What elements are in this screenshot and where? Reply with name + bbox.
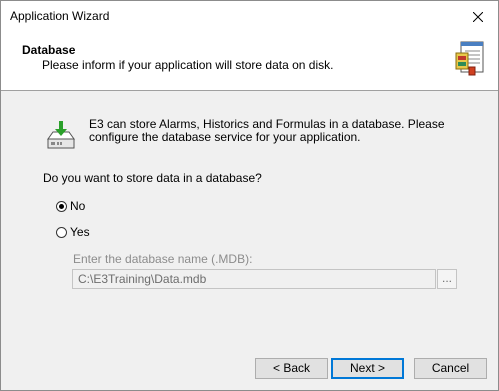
title-bar: Application Wizard (1, 1, 498, 32)
radio-no[interactable]: No (56, 199, 85, 213)
back-button[interactable]: < Back (255, 358, 328, 379)
radio-no-indicator[interactable] (56, 200, 67, 212)
wizard-window: Application Wizard Database Please infor… (0, 0, 499, 391)
database-download-icon (47, 121, 75, 149)
database-path-field[interactable]: C:\E3Training\Data.mdb (72, 269, 436, 289)
radio-yes[interactable]: Yes (56, 225, 90, 239)
database-name-label: Enter the database name (.MDB): (73, 252, 253, 266)
store-question: Do you want to store data in a database? (43, 171, 262, 185)
browse-button[interactable]: ... (437, 269, 457, 289)
close-button[interactable] (458, 1, 498, 32)
next-button[interactable]: Next > (331, 358, 404, 379)
info-text: E3 can store Alarms, Historics and Formu… (89, 117, 445, 144)
close-icon (473, 11, 483, 22)
radio-no-label: No (70, 199, 86, 213)
radio-yes-label: Yes (70, 225, 90, 239)
page-subtitle: Please inform if your application will s… (42, 58, 334, 72)
wizard-document-icon (455, 41, 484, 76)
window-title: Application Wizard (10, 9, 110, 23)
wizard-header: Database Please inform if your applicati… (1, 32, 498, 91)
radio-yes-indicator[interactable] (56, 226, 67, 238)
page-title: Database (22, 43, 76, 57)
cancel-button[interactable]: Cancel (414, 358, 487, 379)
